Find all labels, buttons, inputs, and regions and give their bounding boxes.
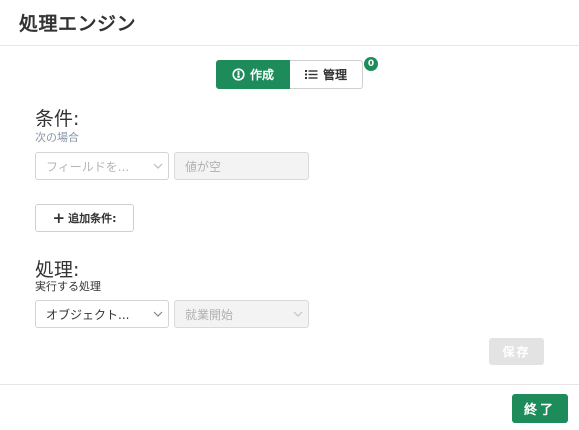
action-object-value: オブジェクト... — [46, 307, 130, 322]
dialog-title: 処理エンジン — [19, 13, 137, 35]
create-tab-label: 作成 — [249, 68, 274, 82]
plus-icon: + — [52, 208, 66, 227]
add-condition-button[interactable]: + 追加条件: — [35, 204, 134, 232]
create-tab[interactable]: 作成 — [216, 60, 290, 89]
action-type-select: 就業開始 — [174, 300, 309, 328]
add-condition-label: 追加条件: — [68, 212, 117, 225]
footer-divider — [0, 384, 579, 385]
processing-engine-dialog: 処理エンジン 作成 管理 0 条件: 次の場合 フィールドを... 値が空 + … — [0, 0, 579, 430]
condition-operator-value: 値が空 — [185, 159, 222, 174]
conditions-title: 条件: — [35, 108, 80, 130]
condition-operator-field: 値が空 — [174, 152, 309, 180]
mode-toggle: 作成 管理 — [216, 60, 363, 89]
chevron-down-icon — [288, 311, 308, 317]
manage-count-badge: 0 — [364, 57, 378, 71]
condition-field-placeholder: フィールドを... — [46, 159, 130, 174]
condition-field-select[interactable]: フィールドを... — [35, 152, 169, 180]
chevron-down-icon — [148, 311, 168, 317]
save-button[interactable]: 保存 — [489, 338, 544, 365]
conditions-subtitle: 次の場合 — [35, 131, 79, 144]
close-button[interactable]: 終了 — [512, 394, 568, 423]
actions-subtitle: 実行する処理 — [35, 280, 101, 293]
chevron-down-icon — [148, 163, 168, 169]
action-type-value: 就業開始 — [185, 307, 234, 322]
list-icon — [304, 69, 318, 80]
compass-icon — [232, 68, 245, 81]
dialog-header: 処理エンジン — [0, 0, 579, 46]
manage-tab-label: 管理 — [322, 68, 347, 82]
action-object-select[interactable]: オブジェクト... — [35, 300, 169, 328]
manage-tab[interactable]: 管理 — [290, 60, 363, 89]
